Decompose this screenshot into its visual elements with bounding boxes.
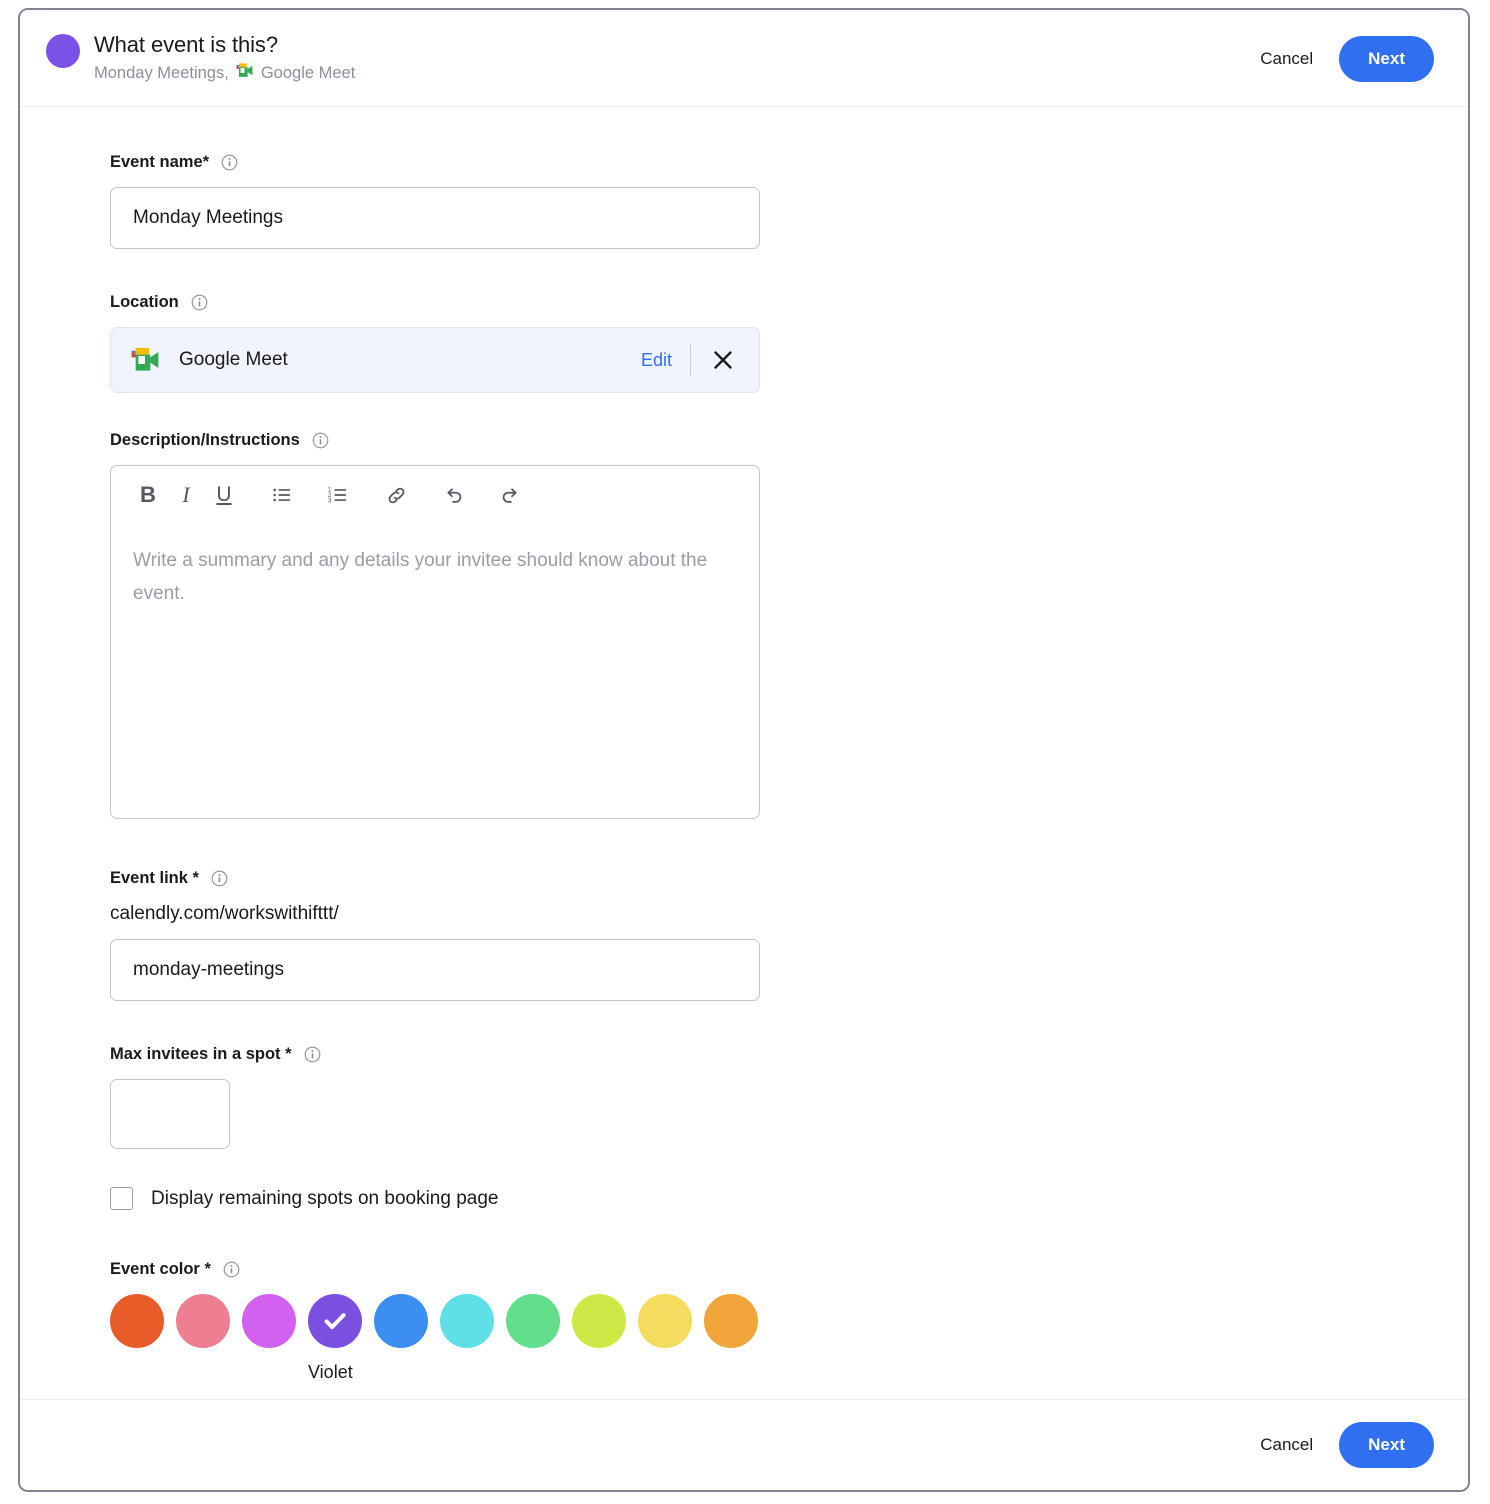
color-swatch-cyan[interactable] — [440, 1294, 494, 1349]
info-icon[interactable] — [312, 432, 329, 449]
field-event-name: Event name* — [110, 153, 760, 250]
field-event-link: Event link * calendly.com/workswithifttt… — [110, 869, 760, 1002]
max-invitees-label-row: Max invitees in a spot * — [110, 1045, 760, 1064]
field-max-invitees: Max invitees in a spot * Display remaini… — [110, 1045, 760, 1211]
next-button-header[interactable]: Next — [1339, 36, 1434, 83]
card-header: What event is this? Monday Meetings, Goo… — [20, 10, 1468, 108]
info-icon[interactable] — [304, 1046, 321, 1063]
event-color-swatches — [110, 1294, 760, 1349]
info-icon[interactable] — [223, 1261, 240, 1278]
color-swatch-green[interactable] — [506, 1294, 560, 1349]
color-swatch-lime[interactable] — [572, 1294, 626, 1349]
display-remaining-spots-label: Display remaining spots on booking page — [151, 1187, 499, 1209]
bold-icon[interactable]: B — [129, 476, 167, 514]
event-name-input[interactable] — [110, 187, 760, 250]
color-swatch-blue[interactable] — [374, 1294, 428, 1349]
form-content: Event name* Location — [110, 107, 760, 1399]
color-swatch-tomato[interactable] — [110, 1294, 164, 1349]
info-icon[interactable] — [211, 870, 228, 887]
header-subtitle: Monday Meetings, Google Meet — [94, 61, 355, 86]
display-remaining-spots-checkbox[interactable] — [110, 1187, 133, 1211]
display-remaining-spots-row[interactable]: Display remaining spots on booking page — [110, 1187, 760, 1211]
undo-icon[interactable] — [435, 476, 473, 514]
subtitle-location: Google Meet — [260, 63, 356, 82]
numbered-list-icon[interactable]: 1 2 3 — [319, 476, 357, 514]
event-link-slug-input[interactable] — [110, 939, 760, 1002]
event-setup-card: What event is this? Monday Meetings, Goo… — [18, 8, 1470, 1492]
location-chip-name: Google Meet — [179, 349, 288, 371]
bullet-list-icon[interactable] — [263, 476, 301, 514]
location-label-row: Location — [110, 293, 760, 312]
chip-divider — [690, 345, 691, 376]
underline-icon[interactable]: U — [205, 476, 243, 514]
event-color-label: Event color * — [110, 1260, 211, 1279]
color-swatch-flamingo[interactable] — [176, 1294, 230, 1349]
location-chip[interactable]: Google Meet Edit — [110, 327, 760, 394]
close-icon[interactable] — [705, 346, 741, 374]
info-icon[interactable] — [221, 154, 238, 171]
cancel-button-header[interactable]: Cancel — [1258, 43, 1315, 75]
description-textarea[interactable]: Write a summary and any details your inv… — [111, 524, 759, 818]
event-link-label-row: Event link * — [110, 869, 760, 888]
event-color-avatar — [46, 34, 80, 68]
italic-icon[interactable]: I — [167, 476, 205, 514]
selected-color-name: Violet — [308, 1362, 353, 1383]
max-invitees-label: Max invitees in a spot * — [110, 1045, 292, 1064]
color-swatch-magenta[interactable] — [242, 1294, 296, 1349]
page-title: What event is this? — [94, 32, 278, 57]
location-label: Location — [110, 293, 179, 312]
field-location: Location Google Meet Edit — [110, 293, 760, 394]
color-swatch-violet[interactable] — [308, 1294, 362, 1349]
color-swatch-orange[interactable] — [704, 1294, 758, 1349]
info-icon[interactable] — [191, 294, 208, 311]
redo-icon[interactable] — [491, 476, 529, 514]
location-edit-button[interactable]: Edit — [631, 346, 682, 375]
event-name-label: Event name* — [110, 153, 210, 172]
card-footer: Cancel Next — [20, 1399, 1468, 1490]
subtitle-event-name: Monday Meetings, — [94, 63, 229, 82]
field-description: Description/Instructions B I U 1 2 3 Wri… — [110, 431, 760, 820]
form-scroll-region[interactable]: Event name* Location — [20, 107, 1468, 1399]
field-event-color: Event color * Violet — [110, 1260, 760, 1383]
header-identity: What event is this? Monday Meetings, Goo… — [46, 32, 1258, 86]
description-label: Description/Instructions — [110, 431, 300, 450]
header-actions: Cancel Next — [1258, 36, 1434, 83]
next-button-footer[interactable]: Next — [1339, 1422, 1434, 1468]
cancel-button-footer[interactable]: Cancel — [1258, 1429, 1315, 1461]
description-label-row: Description/Instructions — [110, 431, 760, 450]
description-editor: B I U 1 2 3 Write a summary and any deta… — [110, 465, 760, 820]
event-link-prefix: calendly.com/workswithifttt/ — [110, 903, 339, 925]
link-icon[interactable] — [377, 476, 415, 514]
header-text-group: What event is this? Monday Meetings, Goo… — [94, 32, 355, 86]
max-invitees-input[interactable] — [110, 1079, 230, 1150]
svg-text:3: 3 — [328, 498, 332, 505]
google-meet-icon — [129, 344, 161, 376]
event-color-label-row: Event color * — [110, 1260, 760, 1279]
google-meet-icon — [235, 61, 254, 86]
event-name-label-row: Event name* — [110, 153, 760, 172]
event-link-label: Event link * — [110, 869, 199, 888]
color-swatch-yellow[interactable] — [638, 1294, 692, 1349]
editor-toolbar: B I U 1 2 3 — [111, 466, 759, 524]
